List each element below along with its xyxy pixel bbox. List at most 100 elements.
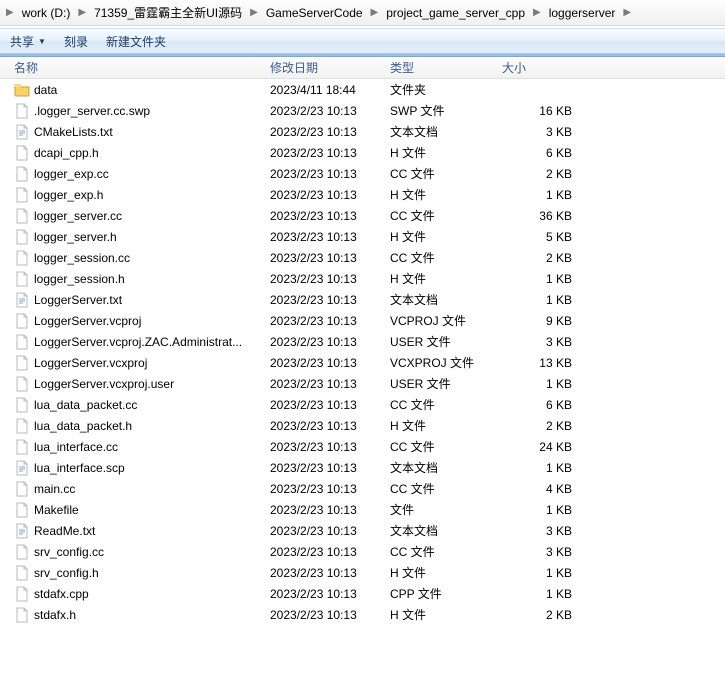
file-row[interactable]: data2023/4/11 18:44文件夹 [0, 79, 725, 100]
file-name-cell: logger_server.h [0, 229, 270, 245]
file-row[interactable]: logger_exp.h2023/2/23 10:13H 文件1 KB [0, 184, 725, 205]
burn-button[interactable]: 刻录 [64, 33, 88, 50]
file-name-cell: lua_interface.scp [0, 460, 270, 476]
file-size: 3 KB [502, 335, 582, 349]
file-date: 2023/2/23 10:13 [270, 587, 390, 601]
file-name: ReadMe.txt [34, 524, 95, 538]
file-row[interactable]: LoggerServer.txt2023/2/23 10:13文本文档1 KB [0, 289, 725, 310]
file-row[interactable]: ReadMe.txt2023/2/23 10:13文本文档3 KB [0, 520, 725, 541]
header-type[interactable]: 类型 [390, 59, 502, 76]
file-row[interactable]: logger_server.h2023/2/23 10:13H 文件5 KB [0, 226, 725, 247]
column-headers: 名称 修改日期 类型 大小 [0, 57, 725, 79]
file-row[interactable]: Makefile2023/2/23 10:13文件1 KB [0, 499, 725, 520]
file-date: 2023/2/23 10:13 [270, 356, 390, 370]
file-row[interactable]: logger_session.h2023/2/23 10:13H 文件1 KB [0, 268, 725, 289]
file-size: 2 KB [502, 167, 582, 181]
file-date: 2023/2/23 10:13 [270, 461, 390, 475]
file-icon [14, 376, 30, 392]
file-size: 2 KB [502, 251, 582, 265]
file-icon [14, 481, 30, 497]
file-name: LoggerServer.vcproj.ZAC.Administrat... [34, 335, 242, 349]
file-row[interactable]: LoggerServer.vcproj2023/2/23 10:13VCPROJ… [0, 310, 725, 331]
file-name-cell: CMakeLists.txt [0, 124, 270, 140]
chevron-right-icon: ▶ [371, 7, 379, 18]
file-name: srv_config.cc [34, 545, 104, 559]
file-name-cell: stdafx.cpp [0, 586, 270, 602]
breadcrumb-item[interactable]: 71359_雷霆霸主全新UI源码 [92, 2, 244, 23]
file-date: 2023/2/23 10:13 [270, 146, 390, 160]
file-size: 36 KB [502, 209, 582, 223]
header-date[interactable]: 修改日期 [270, 59, 390, 76]
header-name[interactable]: 名称 [0, 59, 270, 76]
file-type: VCXPROJ 文件 [390, 354, 502, 371]
file-row[interactable]: lua_interface.scp2023/2/23 10:13文本文档1 KB [0, 457, 725, 478]
file-icon [14, 313, 30, 329]
file-date: 2023/2/23 10:13 [270, 293, 390, 307]
file-type: CC 文件 [390, 438, 502, 455]
header-size[interactable]: 大小 [502, 59, 582, 76]
file-name-cell: logger_exp.cc [0, 166, 270, 182]
file-name: logger_server.cc [34, 209, 122, 223]
txt-icon [14, 292, 30, 308]
file-row[interactable]: LoggerServer.vcxproj 2023/2/23 10:13VCXPR… [0, 352, 725, 373]
file-name: stdafx.h [34, 608, 76, 622]
file-size: 3 KB [502, 545, 582, 559]
file-type: H 文件 [390, 564, 502, 581]
file-row[interactable]: logger_server.cc2023/2/23 10:13CC 文件36 K… [0, 205, 725, 226]
file-row[interactable]: dcapi_cpp.h2023/2/23 10:13H 文件6 KB [0, 142, 725, 163]
toolbar: 共享 ▼ 刻录 新建文件夹 [0, 28, 725, 54]
chevron-right-icon: ▶ [533, 7, 541, 18]
file-row[interactable]: LoggerServer.vcxproj.user2023/2/23 10:13… [0, 373, 725, 394]
file-row[interactable]: lua_data_packet.cc2023/2/23 10:13CC 文件6 … [0, 394, 725, 415]
file-name: LoggerServer.vcxproj [34, 356, 147, 370]
breadcrumb-item[interactable]: GameServerCode [264, 4, 365, 22]
file-size: 9 KB [502, 314, 582, 328]
file-name-cell: srv_config.cc [0, 544, 270, 560]
file-type: CC 文件 [390, 249, 502, 266]
file-type: H 文件 [390, 270, 502, 287]
breadcrumb-item[interactable]: project_game_server_cpp [384, 4, 527, 22]
chevron-right-icon: ▶ [250, 7, 258, 18]
file-name: logger_server.h [34, 230, 117, 244]
file-name: lua_data_packet.cc [34, 398, 137, 412]
file-name-cell: LoggerServer.vcproj.ZAC.Administrat... [0, 334, 270, 350]
file-name-cell: dcapi_cpp.h [0, 145, 270, 161]
file-size: 3 KB [502, 125, 582, 139]
share-button[interactable]: 共享 ▼ [10, 33, 46, 50]
file-row[interactable]: lua_data_packet.h2023/2/23 10:13H 文件2 KB [0, 415, 725, 436]
file-date: 2023/2/23 10:13 [270, 440, 390, 454]
file-row[interactable]: CMakeLists.txt2023/2/23 10:13文本文档3 KB [0, 121, 725, 142]
file-type: USER 文件 [390, 375, 502, 392]
file-row[interactable]: lua_interface.cc2023/2/23 10:13CC 文件24 K… [0, 436, 725, 457]
file-row[interactable]: LoggerServer.vcproj.ZAC.Administrat...20… [0, 331, 725, 352]
file-type: CC 文件 [390, 543, 502, 560]
file-size: 6 KB [502, 398, 582, 412]
file-name-cell: .logger_server.cc.swp [0, 103, 270, 119]
file-row[interactable]: srv_config.h2023/2/23 10:13H 文件1 KB [0, 562, 725, 583]
file-row[interactable]: stdafx.cpp2023/2/23 10:13CPP 文件1 KB [0, 583, 725, 604]
file-size: 1 KB [502, 566, 582, 580]
file-row[interactable]: stdafx.h2023/2/23 10:13H 文件2 KB [0, 604, 725, 625]
file-size: 1 KB [502, 188, 582, 202]
file-name: dcapi_cpp.h [34, 146, 99, 160]
breadcrumb-item[interactable]: loggerserver [547, 4, 618, 22]
file-name: srv_config.h [34, 566, 99, 580]
file-icon [14, 544, 30, 560]
file-name-cell: LoggerServer.txt [0, 292, 270, 308]
file-row[interactable]: srv_config.cc 2023/2/23 10:13CC 文件3 KB [0, 541, 725, 562]
file-row[interactable]: .logger_server.cc.swp2023/2/23 10:13SWP … [0, 100, 725, 121]
file-date: 2023/2/23 10:13 [270, 104, 390, 118]
file-icon [14, 145, 30, 161]
file-date: 2023/2/23 10:13 [270, 125, 390, 139]
file-date: 2023/2/23 10:13 [270, 314, 390, 328]
new-folder-button[interactable]: 新建文件夹 [106, 33, 166, 50]
file-date: 2023/2/23 10:13 [270, 545, 390, 559]
file-row[interactable]: main.cc2023/2/23 10:13CC 文件4 KB [0, 478, 725, 499]
file-row[interactable]: logger_session.cc2023/2/23 10:13CC 文件2 K… [0, 247, 725, 268]
file-type: 文本文档 [390, 459, 502, 476]
breadcrumb-item[interactable]: work (D:) [20, 4, 73, 22]
file-list[interactable]: data2023/4/11 18:44文件夹.logger_server.cc.… [0, 79, 725, 678]
file-name: CMakeLists.txt [34, 125, 113, 139]
file-type: CC 文件 [390, 396, 502, 413]
file-row[interactable]: logger_exp.cc2023/2/23 10:13CC 文件2 KB [0, 163, 725, 184]
